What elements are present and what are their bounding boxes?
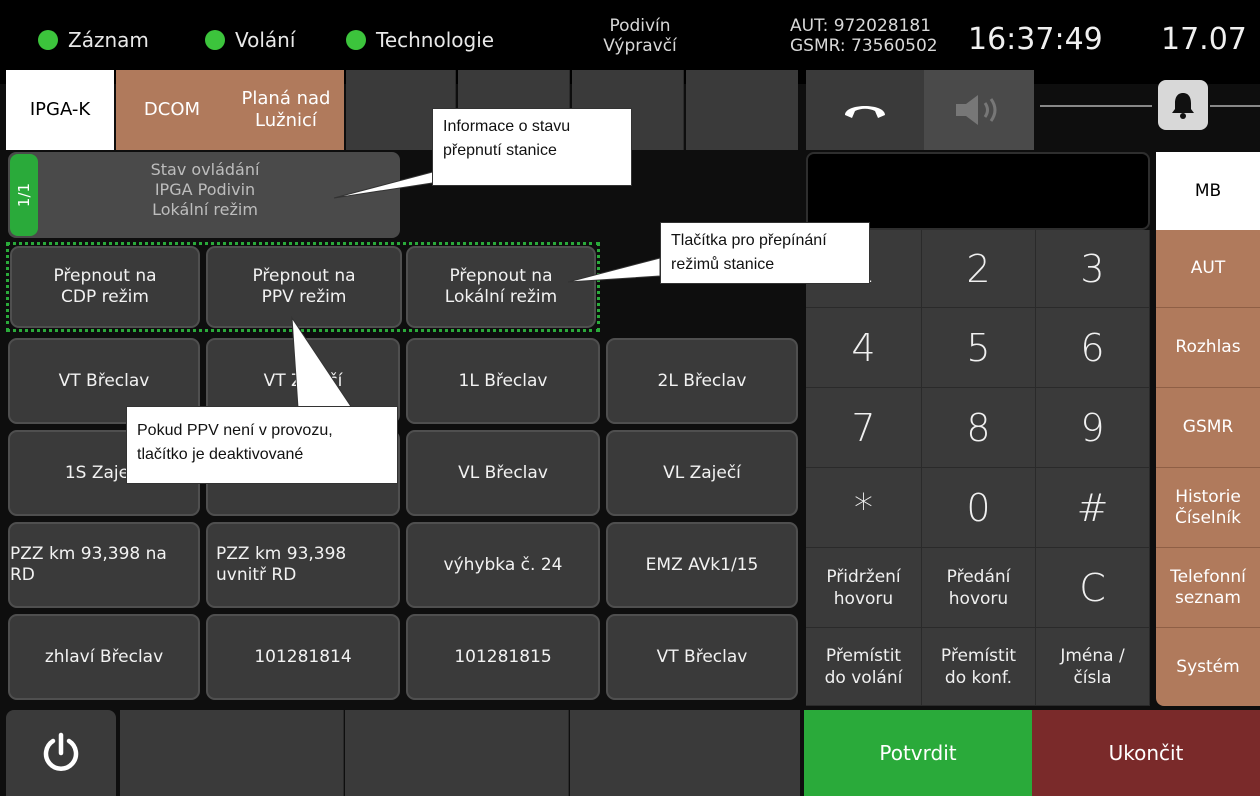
callout-state-info: Informace o stavu přepnutí stanice <box>432 108 632 186</box>
callout-ppv-info: Pokud PPV není v provozu, tlačítko je de… <box>126 406 398 484</box>
pointer-mode <box>567 257 661 283</box>
pointer-ppv <box>291 316 353 409</box>
callout-mode-info: Tlačítka pro přepínání režimů stanice <box>660 222 870 284</box>
